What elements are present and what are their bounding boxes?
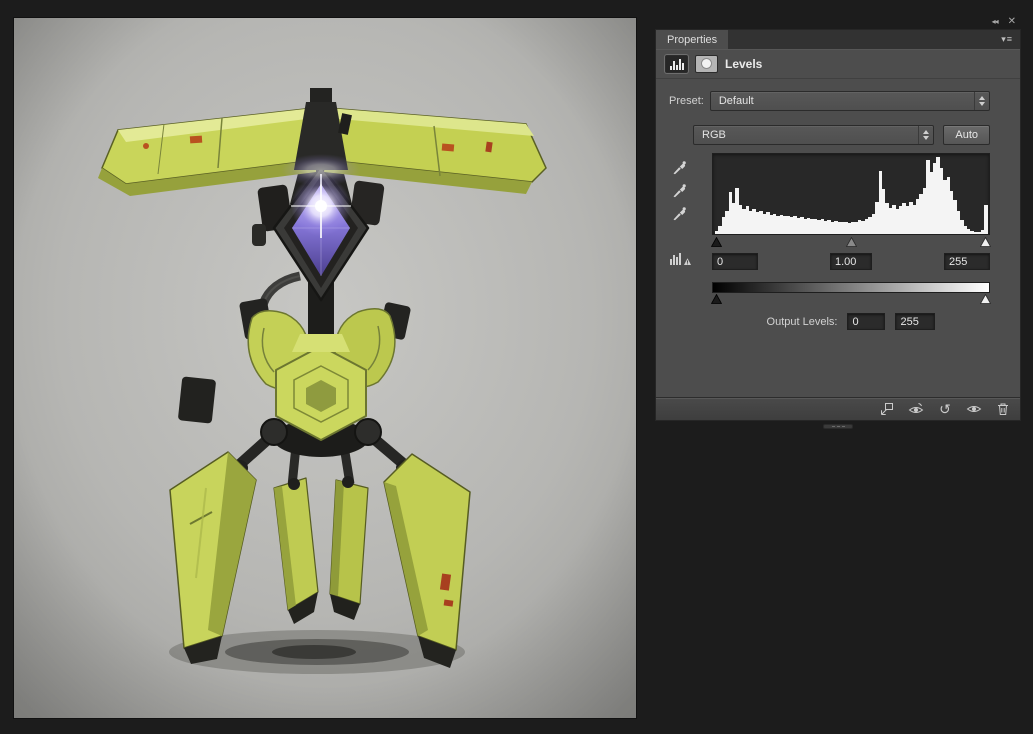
preset-row: Preset: Default [669,91,990,111]
input-levels-fields [712,253,990,270]
histogram-bars [715,157,987,234]
uncached-histogram-refresh-button[interactable] [669,250,692,271]
slider-triangle-icon [711,237,722,247]
midtone-input-field[interactable] [830,253,872,270]
black-point-eyedropper-button[interactable] [669,157,689,177]
output-gradient-bar [712,282,990,293]
output-highlight-field[interactable] [895,313,935,330]
properties-dock: ◂◂ ✕ Properties ▾≡ Levels Preset: Defaul… [655,14,1021,429]
panel-content: Preset: Default RGB Auto [656,79,1020,397]
view-previous-state-button[interactable] [908,401,924,417]
dock-header: ◂◂ ✕ [655,14,1021,29]
eyedropper-icon [672,183,687,198]
preset-value: Default [719,95,974,107]
levels-controls: Output Levels: [712,153,990,330]
gray-point-eyedropper-button[interactable] [669,180,689,200]
panel-spacer [669,330,990,372]
slider-triangle-icon [846,237,857,247]
preset-dropdown[interactable]: Default [710,91,990,111]
dropdown-arrows-icon [918,126,933,144]
output-levels-label: Output Levels: [767,316,838,328]
delete-adjustment-button[interactable] [995,401,1011,417]
auto-button[interactable]: Auto [943,125,990,145]
toggle-visibility-button[interactable] [966,401,982,417]
dropdown-arrows-icon [974,92,989,110]
layer-mask-icon[interactable] [695,55,718,73]
trash-icon [995,401,1011,417]
highlight-input-slider[interactable] [980,237,991,247]
reset-icon: ↺ [939,402,951,416]
highlight-output-slider[interactable] [980,294,991,304]
panel-footer: ↺ [656,397,1020,420]
shadow-input-slider[interactable] [711,237,722,247]
panel-resize-grip[interactable] [823,424,853,429]
histogram-warning-icon [669,250,692,266]
shadow-output-slider[interactable] [711,294,722,304]
slider-triangle-icon [711,294,722,304]
output-slider-track [712,293,990,305]
robot-artwork [14,18,636,718]
output-shadow-field[interactable] [847,313,885,330]
clip-to-layer-icon [879,401,895,417]
levels-adjustment-icon [665,55,688,73]
mask-circle [702,59,711,68]
panel-menu-icon[interactable]: ▾≡ [994,30,1020,49]
preset-label: Preset: [669,95,704,107]
tab-properties[interactable]: Properties [656,30,728,49]
levels-main-area: Output Levels: [669,153,990,330]
channel-value: RGB [702,129,918,141]
reset-adjustment-button[interactable]: ↺ [937,401,953,417]
document-canvas[interactable] [14,18,636,718]
eye-icon [966,401,982,417]
tab-bar-filler [728,30,994,49]
highlight-input-field[interactable] [944,253,990,270]
eyedropper-column [669,153,712,330]
panel-tab-bar: Properties ▾≡ [655,29,1021,49]
histogram-box [712,153,990,235]
slider-triangle-icon [980,237,991,247]
clip-to-layer-button[interactable] [879,401,895,417]
input-slider-track [712,236,990,248]
slider-triangle-icon [980,294,991,304]
channel-row: RGB Auto [693,125,990,145]
panel-title: Levels [725,57,762,71]
panel-header: Levels [656,49,1020,79]
eyedropper-icon [672,206,687,221]
previous-state-eye-icon [908,401,924,417]
eyedropper-icon [672,160,687,175]
output-levels-row: Output Levels: [712,313,990,330]
collapse-panels-icon[interactable]: ◂◂ [992,17,998,27]
channel-dropdown[interactable]: RGB [693,125,934,145]
white-point-eyedropper-button[interactable] [669,203,689,223]
midtone-input-slider[interactable] [846,237,857,247]
shadow-input-field[interactable] [712,253,758,270]
levels-panel: Levels Preset: Default RGB Auto [655,49,1021,421]
close-panel-icon[interactable]: ✕ [1008,17,1016,27]
